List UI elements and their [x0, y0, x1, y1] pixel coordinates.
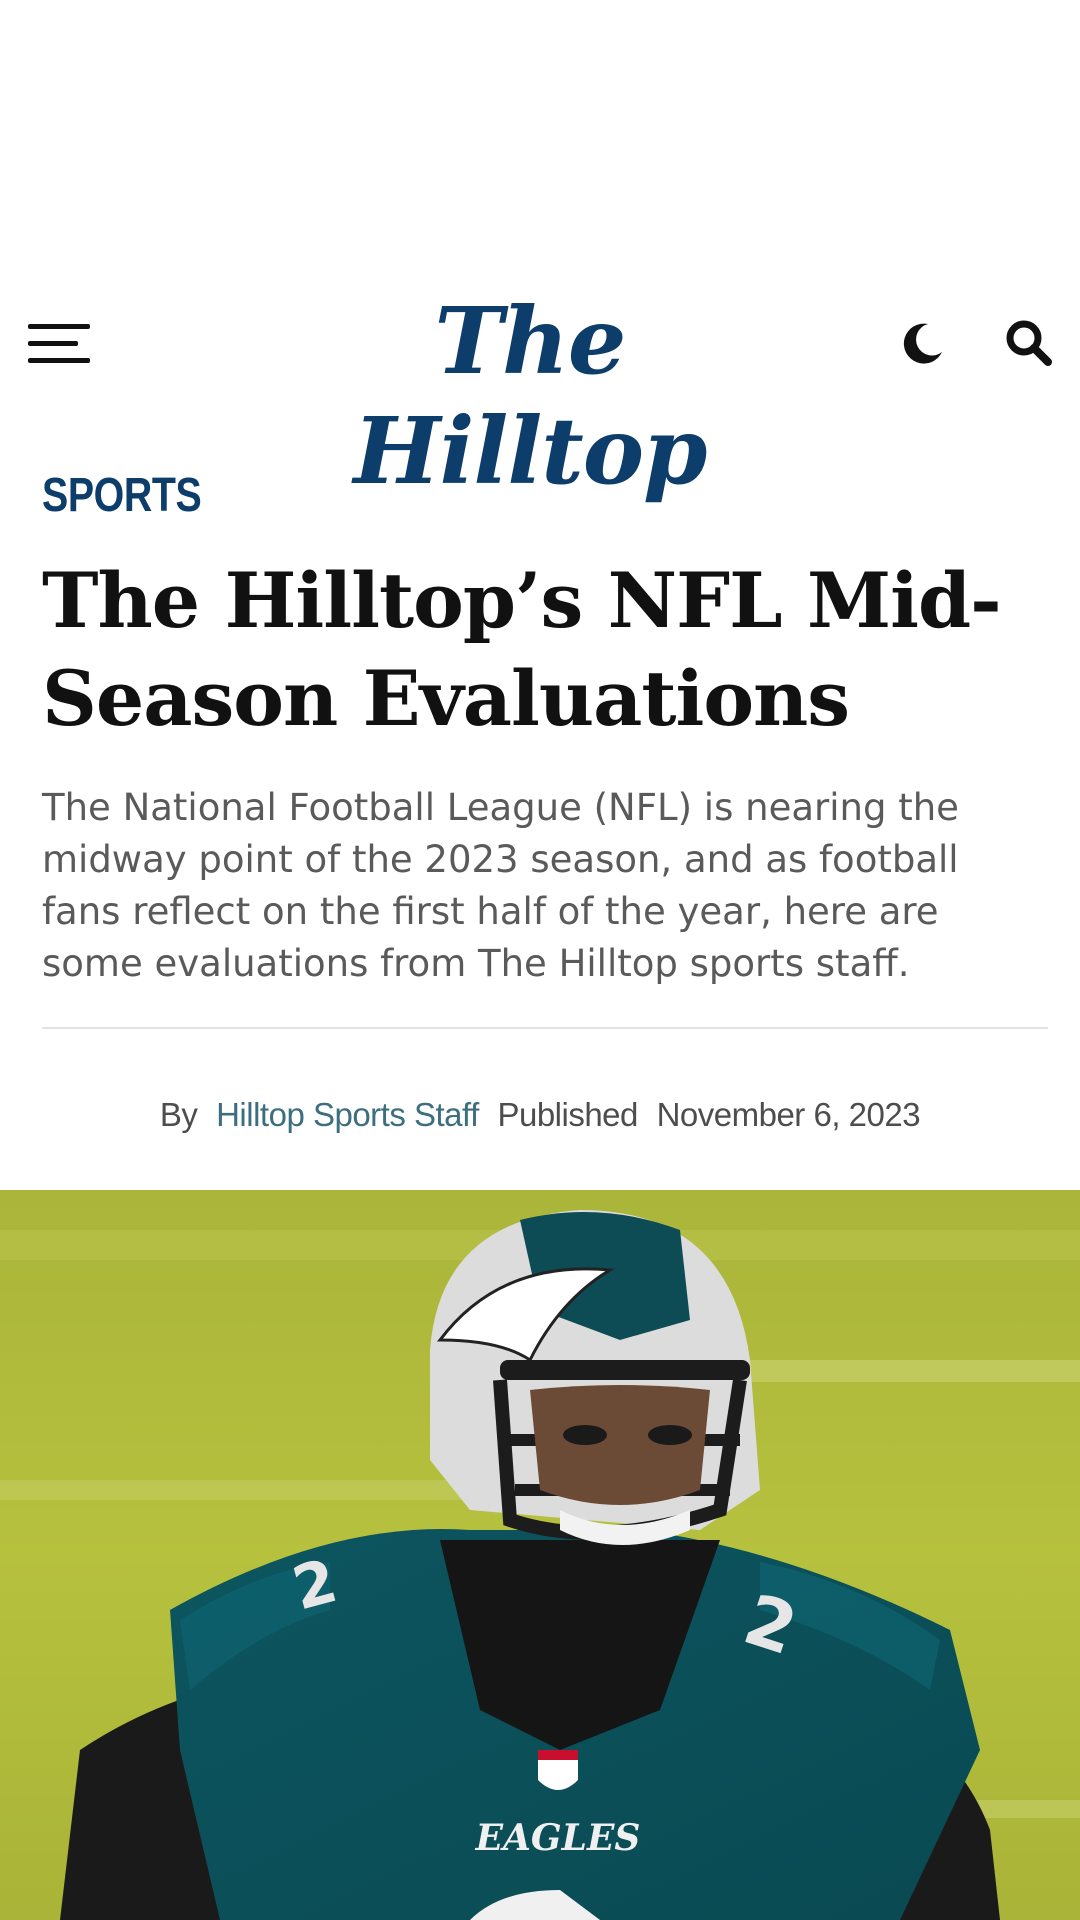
moon-icon[interactable] — [898, 318, 948, 368]
search-icon[interactable] — [1002, 316, 1056, 370]
divider — [42, 1027, 1048, 1029]
hamburger-menu-icon[interactable] — [28, 322, 92, 366]
published-label: Published — [497, 1096, 638, 1133]
hero-image: 2 2 EAGLES — [0, 1190, 1080, 1920]
category-label[interactable]: SPORTS — [42, 468, 202, 523]
byline: By Hilltop Sports Staff Published Novemb… — [0, 1096, 1080, 1134]
author-link[interactable]: Hilltop Sports Staff — [216, 1096, 479, 1133]
publish-date: November 6, 2023 — [656, 1096, 921, 1133]
site-header: The Hilltop — [0, 256, 1080, 505]
article-title: The Hilltop’s NFL Mid-Season Evaluations — [42, 556, 1002, 743]
article-dek: The National Football League (NFL) is ne… — [42, 786, 959, 985]
jersey-wordmark: EAGLES — [475, 1817, 641, 1859]
site-logo[interactable]: The Hilltop — [260, 286, 800, 505]
byline-by-label: By — [159, 1096, 198, 1133]
ad-space — [0, 0, 1080, 256]
